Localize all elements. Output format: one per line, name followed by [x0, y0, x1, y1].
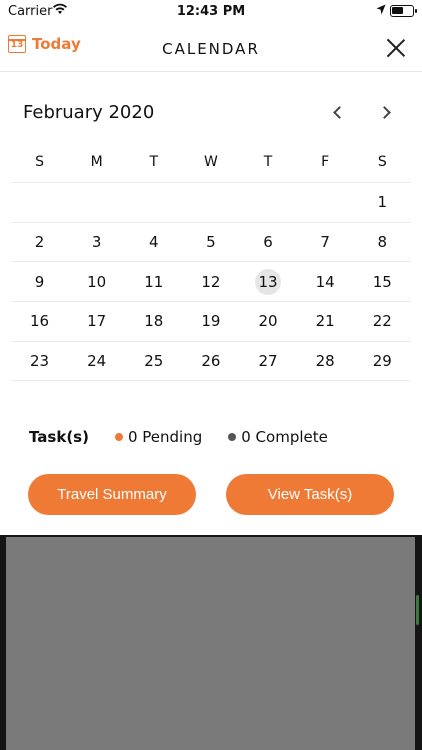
day-cell[interactable]: 6 [240, 223, 297, 262]
status-time: 12:43 PM [176, 4, 246, 19]
day-cell[interactable]: 18 [125, 302, 182, 341]
weekday-label: T [263, 154, 273, 170]
day-cell[interactable]: 26 [182, 342, 239, 381]
tasks-label: Task(s) [29, 428, 89, 446]
day-cell[interactable]: 19 [182, 302, 239, 341]
task-summary: Task(s) 0 Pending 0 Complete [29, 428, 354, 446]
calendar-grid: S M T W T F S 1 2 3 4 5 6 7 8 9 10 11 12 13 14 15 16 17 18 19 20 21… [11, 142, 411, 382]
day-cell[interactable]: 9 [11, 262, 68, 301]
day-cell[interactable]: 24 [68, 342, 125, 381]
background-content [6, 537, 415, 750]
day-cell[interactable]: 23 [11, 342, 68, 381]
day-cell[interactable]: 4 [125, 223, 182, 262]
background-edge [416, 595, 419, 625]
empty-day-cell [11, 183, 68, 222]
battery-icon [390, 5, 417, 17]
dimmed-background[interactable] [0, 535, 422, 750]
empty-day-cell [240, 183, 297, 222]
day-cell[interactable]: 20 [240, 302, 297, 341]
empty-day-cell [125, 183, 182, 222]
next-month-button[interactable] [374, 101, 398, 125]
weekday-label: M [90, 154, 103, 170]
weekday-label: T [149, 154, 159, 170]
day-cell[interactable]: 29 [354, 342, 411, 381]
week-row: 2345678 [11, 223, 411, 263]
day-cell[interactable]: 11 [125, 262, 182, 301]
day-cell[interactable]: 25 [125, 342, 182, 381]
month-label: February 2020 [23, 102, 155, 123]
day-cell[interactable]: 12 [182, 262, 239, 301]
day-cell[interactable]: 2 [11, 223, 68, 262]
weekday-label: F [321, 154, 330, 170]
status-bar: Carrier 12:43 PM [0, 0, 422, 24]
pending-dot-icon [114, 433, 123, 441]
close-icon[interactable] [386, 38, 406, 58]
empty-day-cell [297, 183, 354, 222]
weekday-label: W [204, 154, 218, 170]
day-cell[interactable]: 3 [68, 223, 125, 262]
calendar-sheet: Carrier 12:43 PM 13 Today CALENDAR Febru… [0, 0, 422, 535]
day-cell[interactable]: 28 [297, 342, 354, 381]
chevron-right-icon [378, 106, 391, 119]
day-cell[interactable]: 13 [240, 262, 297, 301]
weekday-label: S [377, 154, 387, 170]
week-row: 1 [11, 183, 411, 223]
travel-summary-button[interactable]: Travel Summary [28, 474, 196, 515]
day-cell[interactable]: 22 [354, 302, 411, 341]
day-cell[interactable]: 1 [354, 183, 411, 222]
view-tasks-button[interactable]: View Task(s) [226, 474, 394, 515]
complete-count: 0 Complete [228, 428, 328, 446]
day-cell[interactable]: 17 [68, 302, 125, 341]
location-icon [376, 4, 386, 15]
chevron-left-icon [333, 106, 346, 119]
day-cell[interactable]: 14 [297, 262, 354, 301]
week-row: 23 24 25 26 27 28 29 [11, 342, 411, 382]
week-row: 16 17 18 19 20 21 22 [11, 302, 411, 342]
previous-month-button[interactable] [325, 101, 349, 125]
day-cell[interactable]: 16 [11, 302, 68, 341]
calendar-header: 13 Today CALENDAR [0, 24, 422, 72]
day-cell[interactable]: 10 [68, 262, 125, 301]
weekday-header-row: SMTWTFS [11, 142, 411, 183]
day-cell[interactable]: 8 [354, 223, 411, 262]
weekday-label: S [35, 154, 44, 170]
page-title: CALENDAR [162, 40, 260, 58]
day-cell[interactable]: 5 [182, 223, 239, 262]
day-cell[interactable]: 21 [297, 302, 354, 341]
day-cell[interactable]: 7 [297, 223, 354, 262]
week-row: 9 10 11 12 13 14 15 [11, 262, 411, 303]
complete-dot-icon [228, 433, 237, 441]
day-cell[interactable]: 27 [240, 342, 297, 381]
day-cell[interactable]: 15 [354, 262, 411, 301]
pending-count: 0 Pending [114, 428, 202, 446]
empty-day-cell [68, 183, 125, 222]
empty-day-cell [182, 183, 239, 222]
